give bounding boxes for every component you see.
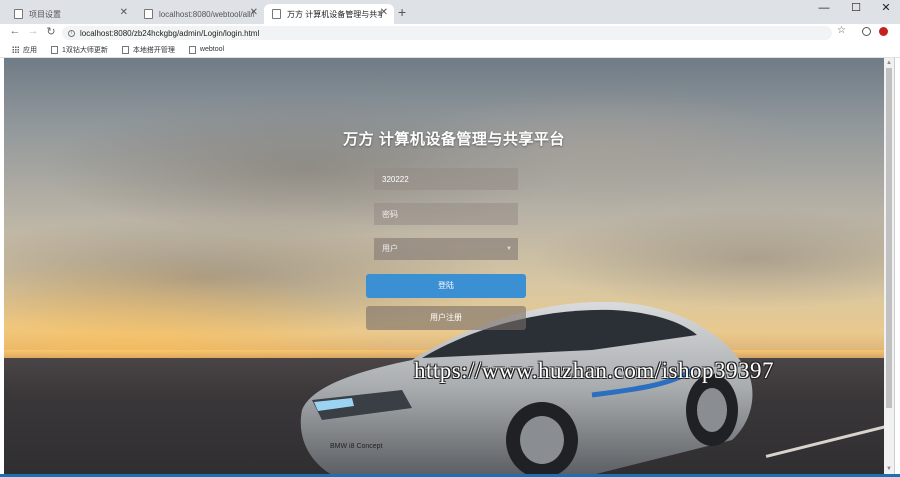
- close-icon[interactable]: ✕: [250, 7, 258, 18]
- bookmark-item[interactable]: 本地搭开管理: [121, 45, 175, 55]
- apps-grid-icon: [12, 46, 19, 53]
- password-input[interactable]: [374, 203, 518, 225]
- tab-label: 项目设置: [29, 9, 61, 19]
- page-icon: [14, 9, 23, 19]
- vertical-scrollbar[interactable]: ▲ ▼: [884, 58, 894, 474]
- role-select-value: 用户: [382, 244, 398, 253]
- scroll-down-icon[interactable]: ▼: [886, 466, 892, 472]
- address-bar: ← → ↻ i localhost:8080/zb24hckgbg/admin/…: [0, 24, 900, 42]
- back-arrow-icon[interactable]: ←: [8, 25, 22, 37]
- new-tab-button[interactable]: +: [398, 4, 406, 20]
- reload-icon[interactable]: ↻: [44, 25, 58, 38]
- background-window-edge: [894, 58, 900, 477]
- page-icon: [188, 45, 196, 54]
- page-icon: [144, 9, 153, 19]
- tab-login-page[interactable]: 万方 计算机设备管理与共享平台 ✕: [264, 4, 394, 24]
- url-input[interactable]: i localhost:8080/zb24hckgbg/admin/Login/…: [62, 25, 846, 40]
- page-title: 万方 计算机设备管理与共享平台: [343, 131, 565, 148]
- page-icon: [51, 45, 58, 54]
- login-button[interactable]: 登陆: [366, 274, 526, 298]
- url-text: localhost:8080/zb24hckgbg/admin/Login/lo…: [80, 28, 260, 38]
- close-icon[interactable]: ✕: [120, 7, 128, 18]
- bookmark-label: webtool: [199, 46, 225, 53]
- forward-arrow-icon[interactable]: →: [26, 25, 40, 37]
- scrollbar-thumb[interactable]: [886, 68, 892, 408]
- page-icon: [272, 9, 281, 19]
- watermark-text: https://www.huzhan.com/ishop39397: [414, 358, 774, 383]
- bookmark-item[interactable]: 1双钻大师更新: [51, 45, 108, 55]
- car-badge-text: BMW i8 Concept: [330, 443, 383, 450]
- tab-webtool[interactable]: localhost:8080/webtool/all/inc ✕: [136, 4, 264, 24]
- minimize-button[interactable]: —: [810, 0, 838, 16]
- account-icon[interactable]: [862, 27, 871, 36]
- tab-bar: 项目设置 ✕ localhost:8080/webtool/all/inc ✕ …: [0, 0, 900, 24]
- extension-icon[interactable]: [879, 27, 888, 36]
- login-page-background: BMW i8 Concept 万方 计算机设备管理与共享平台 用户 ▼ 登陆 用…: [4, 58, 884, 474]
- username-input[interactable]: [374, 168, 518, 190]
- tab-project-settings[interactable]: 项目设置 ✕: [6, 4, 134, 24]
- bookmark-label: 本地搭开管理: [132, 46, 175, 54]
- bookmark-label: 应用: [23, 46, 37, 54]
- star-icon[interactable]: ☆: [837, 25, 846, 36]
- register-button[interactable]: 用户注册: [366, 306, 526, 330]
- tab-label: 万方 计算机设备管理与共享平台: [287, 9, 382, 19]
- tab-label: localhost:8080/webtool/all/inc: [159, 9, 254, 19]
- bookmarks-bar: 应用 1双钻大师更新 本地搭开管理 webtool: [0, 42, 900, 58]
- maximize-button[interactable]: ☐: [842, 0, 870, 16]
- close-icon[interactable]: ✕: [380, 7, 388, 18]
- bookmark-item[interactable]: webtool: [188, 45, 225, 54]
- bookmark-label: 1双钻大师更新: [62, 46, 108, 54]
- role-select[interactable]: 用户 ▼: [374, 238, 518, 260]
- close-window-button[interactable]: ✕: [872, 0, 900, 16]
- scroll-up-icon[interactable]: ▲: [886, 60, 892, 66]
- page-icon: [121, 45, 129, 54]
- info-icon[interactable]: i: [68, 29, 75, 37]
- chevron-down-icon: ▼: [506, 246, 512, 252]
- bookmark-apps[interactable]: 应用: [12, 45, 37, 55]
